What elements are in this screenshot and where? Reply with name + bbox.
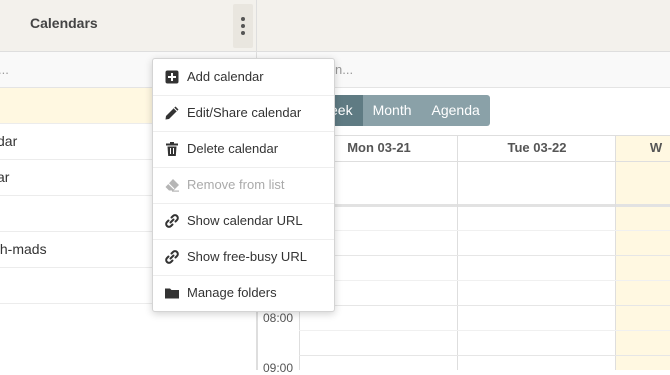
link-icon (165, 214, 179, 228)
day-header[interactable]: Tue 03-22 (457, 136, 616, 161)
delete-calendar-menu-item[interactable]: Delete calendar (153, 131, 334, 168)
menu-item-label: Delete calendar (187, 141, 279, 156)
add-calendar-menu-item[interactable]: Add calendar (153, 59, 334, 96)
remove-from-list-menu-item[interactable]: Remove from list (153, 167, 334, 204)
day-header[interactable]: W (615, 136, 670, 161)
month-view-button[interactable]: Month (362, 95, 422, 126)
show-calendar-url-menu-item[interactable]: Show calendar URL (153, 203, 334, 240)
time-label: 08:00 (263, 311, 294, 325)
menu-item-label: Remove from list (187, 177, 285, 192)
kebab-dot-icon (241, 31, 245, 35)
kebab-dot-icon (241, 17, 245, 21)
manage-folders-menu-item[interactable]: Manage folders (153, 275, 334, 311)
menu-item-label: Edit/Share calendar (187, 105, 302, 120)
pencil-icon (165, 106, 179, 120)
grid-half-hour-line (299, 230, 670, 231)
time-label: 09:00 (263, 361, 294, 375)
menu-item-label: Show calendar URL (187, 213, 303, 228)
search-placeholder: n... (335, 62, 354, 77)
show-free-busy-url-menu-item[interactable]: Show free-busy URL (153, 239, 334, 276)
edit-share-calendar-menu-item[interactable]: Edit/Share calendar (153, 95, 334, 132)
trash-icon (166, 142, 178, 156)
grid-column-line (457, 135, 458, 370)
grid-half-hour-line (299, 330, 670, 331)
eraser-icon (165, 179, 179, 192)
calendar-item-label: th-mads (0, 241, 47, 257)
calendar-options-menu-button[interactable] (233, 4, 253, 48)
link-icon (165, 250, 179, 264)
calendar-item-label: dar (0, 133, 18, 149)
grid-hour-line (299, 355, 670, 356)
main-header (257, 0, 670, 52)
folder-icon (165, 288, 179, 299)
view-switcher: eek Month Agenda (320, 95, 490, 126)
grid-hour-line (299, 305, 670, 306)
grid-hour-line (299, 255, 670, 256)
menu-item-label: Add calendar (187, 69, 264, 84)
search-placeholder: ... (0, 62, 9, 77)
menu-item-label: Manage folders (187, 285, 277, 300)
menu-item-label: Show free-busy URL (187, 249, 307, 264)
kebab-dot-icon (241, 24, 245, 28)
sidebar-title: Calendars (30, 15, 98, 31)
calendar-item-label: ar (0, 169, 10, 185)
grid-column-line (615, 135, 616, 370)
grid-half-hour-line (299, 280, 670, 281)
calendar-options-dropdown: Add calendar Edit/Share calendar Delete … (152, 58, 335, 312)
sidebar-header: Calendars (0, 0, 256, 52)
agenda-view-button[interactable]: Agenda (421, 95, 490, 126)
plus-square-icon (165, 70, 179, 84)
